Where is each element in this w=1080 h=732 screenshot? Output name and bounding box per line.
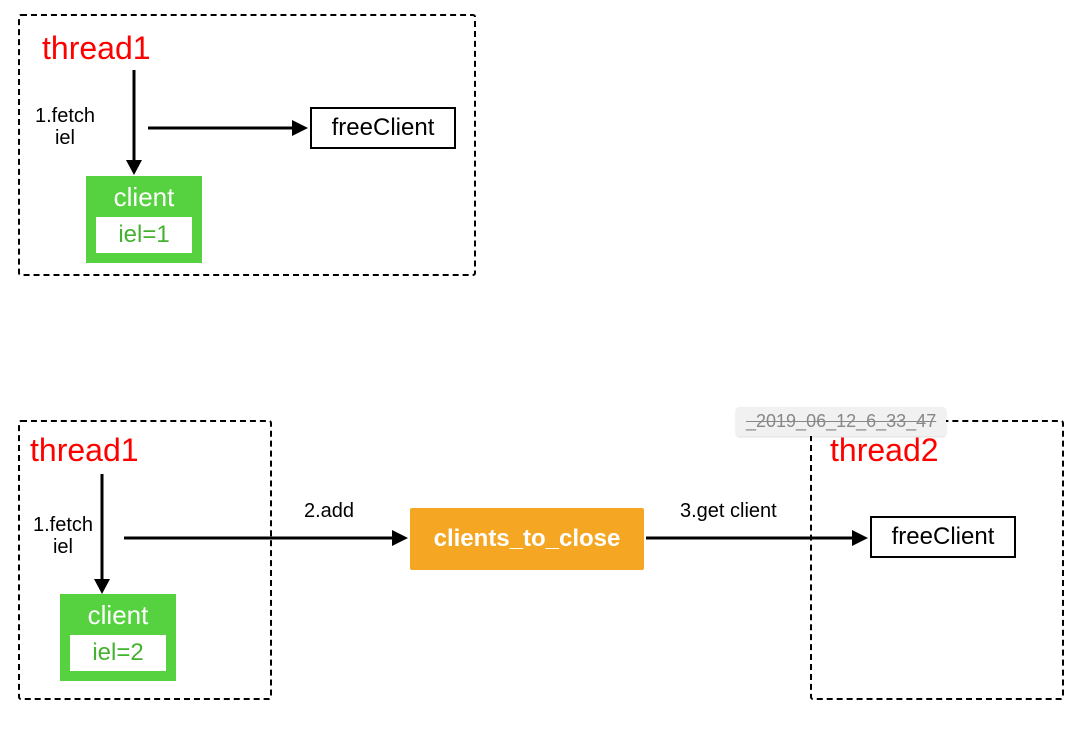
top-fetch-label: 1.fetch iel bbox=[30, 105, 100, 149]
top-client-title: client bbox=[88, 178, 200, 215]
bottom-thread1-title: thread1 bbox=[30, 432, 139, 469]
top-client-iel: iel=1 bbox=[96, 217, 192, 253]
clients-to-close-label: clients_to_close bbox=[434, 525, 621, 553]
bottom-fetch-label: 1.fetch iel bbox=[28, 514, 98, 558]
tooltip-timestamp: _2019_06_12_6_33_47 bbox=[736, 407, 946, 436]
get-client-label: 3.get client bbox=[680, 500, 777, 522]
arrow-add bbox=[124, 528, 408, 548]
clients-to-close-box: clients_to_close bbox=[410, 508, 644, 570]
bottom-client-iel: iel=2 bbox=[70, 635, 166, 671]
top-thread1-title: thread1 bbox=[42, 30, 151, 67]
arrow-thread1-to-client-top bbox=[124, 70, 144, 175]
bottom-freeclient-label: freeClient bbox=[892, 523, 995, 551]
top-client-box: client iel=1 bbox=[86, 176, 202, 263]
bottom-client-title: client bbox=[62, 596, 174, 633]
top-freeclient-label: freeClient bbox=[332, 114, 435, 142]
arrow-to-freeclient-top bbox=[148, 118, 308, 138]
arrow-thread1-to-client-bottom bbox=[92, 474, 112, 594]
top-freeclient-box: freeClient bbox=[310, 107, 456, 149]
add-label: 2.add bbox=[304, 500, 354, 522]
bottom-freeclient-box: freeClient bbox=[870, 516, 1016, 558]
bottom-thread2-title: thread2 bbox=[830, 432, 939, 469]
tooltip-timestamp-text: _2019_06_12_6_33_47 bbox=[746, 411, 936, 431]
bottom-client-box: client iel=2 bbox=[60, 594, 176, 681]
